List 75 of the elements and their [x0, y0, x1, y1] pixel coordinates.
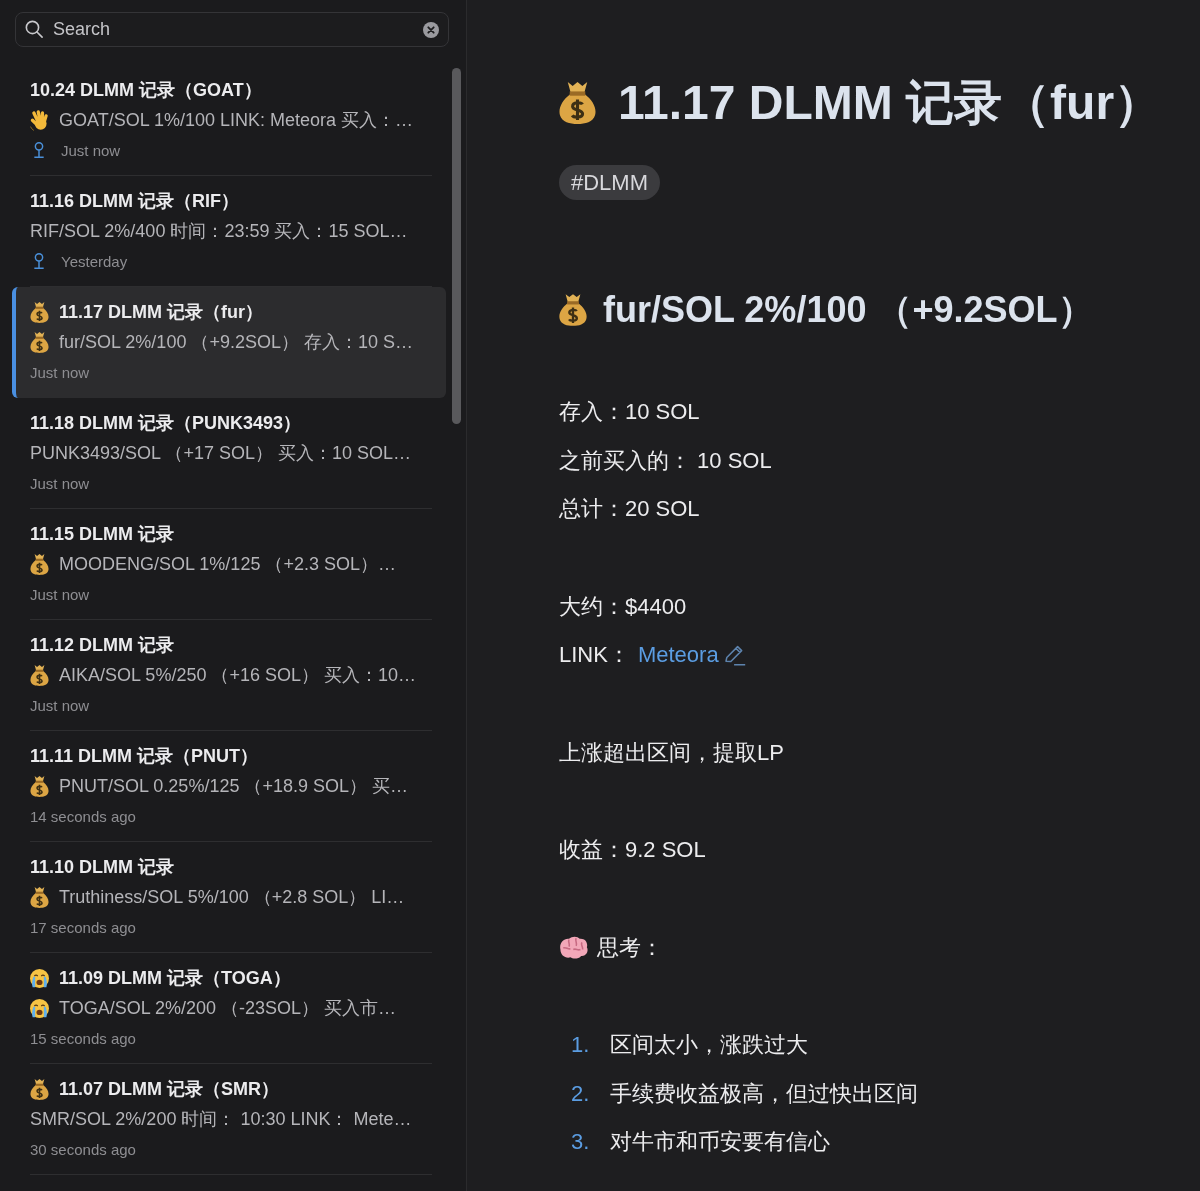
note-preview: SMR/SOL 2%/200 时间： 10:30 LINK： Mete…: [30, 1108, 412, 1131]
money-bag-icon: [30, 886, 49, 908]
crying-face-icon: [30, 997, 49, 1019]
note-time: Just now: [30, 696, 90, 714]
body-text: 收益：9.2 SOL: [559, 836, 706, 865]
note-title: 10.24 DLMM 记录（GOAT）: [30, 79, 262, 102]
money-bag-icon: [30, 331, 49, 353]
note-title: 11.18 DLMM 记录（PUNK3493）: [30, 412, 302, 435]
note-heading: 11.17 DLMM 记录（fur）: [618, 75, 1163, 131]
money-bag-icon: [30, 1078, 49, 1100]
money-bag-icon: [30, 553, 49, 575]
scrollbar-thumb[interactable]: [452, 68, 461, 424]
money-bag-icon: [30, 301, 49, 323]
note-time: 30 seconds ago: [30, 1140, 136, 1158]
link[interactable]: Meteora: [637, 642, 719, 669]
money-bag-icon: [559, 294, 587, 326]
note-preview: AIKA/SOL 5%/250 （+16 SOL） 买入：10…: [59, 664, 416, 687]
note-time: Just now: [30, 363, 90, 381]
note-time: 14 seconds ago: [30, 807, 136, 825]
search-field[interactable]: Search: [15, 12, 449, 47]
body-text: 大约：$4400: [559, 592, 687, 621]
section-heading: fur/SOL 2%/100 （+9.2SOL）: [603, 287, 1094, 332]
note-list-item[interactable]: 11.17 DLMM 记录（fur） fur/SOL 2%/100 （+9.2SOL） 存入：10 S… Just now: [12, 287, 446, 398]
tag[interactable]: #DLMM: [559, 165, 660, 200]
note-time: Just now: [30, 585, 90, 603]
note-time: Yesterday: [61, 252, 128, 270]
body-text: 存入：10 SOL: [559, 398, 700, 427]
list-number: 1.: [571, 1032, 591, 1059]
note-title: 11.12 DLMM 记录: [30, 634, 175, 657]
note-list-item[interactable]: 11.15 DLMM 记录 MOODENG/SOL 1%/125 （+2.3 SOL）… Just now: [12, 509, 446, 620]
waving-hand-icon: [30, 109, 49, 131]
note-preview: TOGA/SOL 2%/200 （-23SOL） 买入市…: [59, 997, 397, 1020]
note-preview: RIF/SOL 2%/400 时间：23:59 买入：15 SOL…: [30, 220, 408, 243]
note-list-item[interactable]: 11.07 DLMM 记录（SMR） SMR/SOL 2%/200 时间： 10:30 LINK： Mete… 30 seconds ago: [12, 1064, 446, 1175]
list-item-text: 对牛市和币安要有信心: [610, 1128, 830, 1157]
note-preview: MOODENG/SOL 1%/125 （+2.3 SOL）…: [59, 553, 396, 576]
note-title: 11.15 DLMM 记录: [30, 523, 175, 546]
note-title: 11.11 DLMM 记录（PNUT）: [30, 745, 259, 768]
note-title: 11.07 DLMM 记录（SMR）: [59, 1078, 280, 1101]
body-text: 总计：20 SOL: [559, 495, 700, 524]
list-number: 3.: [571, 1129, 591, 1156]
crying-face-icon: [30, 967, 49, 989]
pencil-icon[interactable]: [724, 644, 746, 666]
body-text: 上涨超出区间，提取LP: [559, 738, 784, 767]
body-text: 之前买入的： 10 SOL: [559, 446, 772, 475]
note-list-item[interactable]: 11.10 DLMM 记录 Truthiness/SOL 5%/100 （+2.8 SOL） LI… 17 seconds ago: [12, 842, 446, 953]
note-list-item[interactable]: 11.11 DLMM 记录（PNUT） PNUT/SOL 0.25%/125 （+18.9 SOL） 买… 14 seconds ago: [12, 731, 446, 842]
note-preview: PUNK3493/SOL （+17 SOL） 买入：10 SOL…: [30, 442, 411, 465]
note-time: 15 seconds ago: [30, 1029, 136, 1047]
note-list-item[interactable]: 11.18 DLMM 记录（PUNK3493） PUNK3493/SOL （+17 SOL） 买入：10 SOL… Just now: [12, 398, 446, 509]
clear-search-icon[interactable]: [423, 21, 439, 38]
money-bag-icon: [30, 775, 49, 797]
list-number: 2.: [571, 1080, 591, 1107]
money-bag-icon: [559, 82, 596, 124]
note-list-item[interactable]: 11.09 DLMM 记录（TOGA） TOGA/SOL 2%/200 （-23SOL） 买入市… 15 seconds ago: [12, 953, 446, 1064]
note-preview: Truthiness/SOL 5%/100 （+2.8 SOL） LI…: [59, 886, 405, 909]
body-text: 思考：: [597, 933, 663, 962]
note-title: 11.16 DLMM 记录（RIF）: [30, 190, 240, 213]
brain-icon: [559, 936, 589, 960]
list-item-text: 区间太小，涨跌过大: [610, 1031, 808, 1060]
note-title: 11.10 DLMM 记录: [30, 856, 175, 879]
list-item-text: 手续费收益极高，但过快出区间: [610, 1079, 918, 1108]
note-time: Just now: [30, 474, 90, 492]
note-title: 11.17 DLMM 记录（fur）: [59, 301, 264, 324]
note-preview: GOAT/SOL 1%/100 LINK: Meteora 买入：…: [59, 109, 414, 132]
note-preview: fur/SOL 2%/100 （+9.2SOL） 存入：10 S…: [59, 331, 413, 354]
note-list-item[interactable]: 10.24 DLMM 记录（GOAT） GOAT/SOL 1%/100 LINK: Meteora 买入：… Just now: [12, 65, 446, 176]
note-title: 11.09 DLMM 记录（TOGA）: [59, 967, 291, 990]
body-text: LINK：: [559, 641, 630, 670]
note-time: Just now: [61, 141, 121, 159]
note-list-item[interactable]: 11.12 DLMM 记录 AIKA/SOL 5%/250 （+16 SOL） 买入：10… Just now: [12, 620, 446, 731]
note-preview: PNUT/SOL 0.25%/125 （+18.9 SOL） 买…: [59, 775, 408, 798]
money-bag-icon: [30, 664, 49, 686]
search-icon: [25, 20, 43, 38]
note-time: 17 seconds ago: [30, 918, 136, 936]
